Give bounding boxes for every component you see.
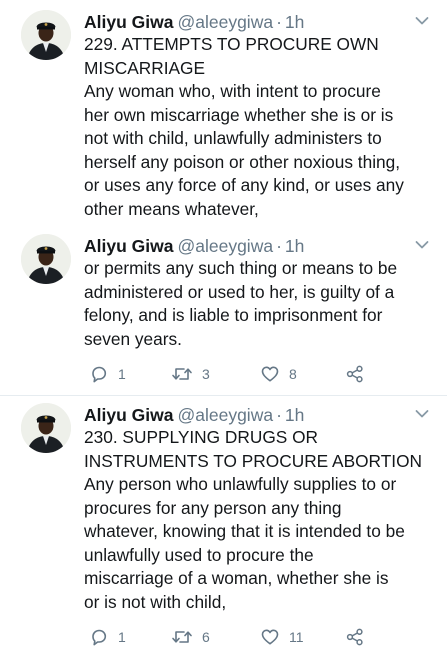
tweet-line: or permits any such thing or means to be <box>84 258 398 278</box>
avatar[interactable] <box>21 403 71 453</box>
tweet-actions: 1 3 8 <box>84 363 404 385</box>
tweet-line: other means whatever, <box>84 198 259 219</box>
avatar[interactable] <box>21 234 71 284</box>
tweet-time[interactable]: 1h <box>285 12 304 32</box>
retweet-count: 6 <box>202 629 210 645</box>
like-button[interactable]: 11 <box>260 626 304 648</box>
tweet-line: her own miscarriage whether she is or is <box>84 104 394 125</box>
tweet-divider <box>0 395 447 396</box>
author-handle[interactable]: @aleeygiwa <box>177 236 273 256</box>
like-count: 8 <box>289 366 297 382</box>
retweet-button[interactable]: 3 <box>171 363 210 385</box>
reply-icon <box>92 366 107 383</box>
header-separator: · <box>276 405 282 425</box>
avatar[interactable] <box>21 10 71 60</box>
author-handle[interactable]: @aleeygiwa <box>177 405 273 425</box>
heart-icon <box>261 366 279 382</box>
author-handle[interactable]: @aleeygiwa <box>177 12 273 32</box>
tweet-text: 229. ATTEMPTS TO PROCURE OWN MISCARRIAGE… <box>84 33 434 221</box>
tweet-line: Any person who unlawfully supplies to or <box>84 474 397 494</box>
tweet-line: 229. ATTEMPTS TO PROCURE OWN <box>84 34 379 54</box>
chevron-down-icon[interactable] <box>415 16 429 26</box>
reply-count: 1 <box>118 629 126 645</box>
reply-icon <box>92 629 107 646</box>
tweet-line: administered or used to her, is guilty o… <box>84 281 395 302</box>
retweet-icon <box>172 631 192 643</box>
retweet-button[interactable]: 6 <box>171 626 210 648</box>
like-button[interactable]: 8 <box>260 363 297 385</box>
tweet-line: not with child, unlawfully administers t… <box>84 128 382 148</box>
reply-button[interactable]: 1 <box>89 363 126 385</box>
retweet-icon <box>172 368 192 380</box>
reply-button[interactable]: 1 <box>89 626 126 648</box>
chevron-down-icon[interactable] <box>415 240 429 250</box>
chevron-down-icon[interactable] <box>415 409 429 419</box>
heart-icon <box>261 629 279 645</box>
header-separator: · <box>276 12 282 32</box>
tweet-text: 230. SUPPLYING DRUGS OR INSTRUMENTS TO P… <box>84 426 434 614</box>
header-separator: · <box>276 236 282 256</box>
tweet-actions: 1 6 11 <box>84 626 404 648</box>
tweet-line: or uses any force of any kind, or uses a… <box>84 175 404 195</box>
tweet-line: INSTRUMENTS TO PROCURE ABORTION <box>84 450 422 471</box>
tweet-line: procures for any person any thing <box>84 497 342 518</box>
tweet-line: felony, and is liable to imprisonment fo… <box>84 305 383 325</box>
tweet-line: or is not with child, <box>84 591 227 612</box>
tweet-time[interactable]: 1h <box>285 236 304 256</box>
tweet-line: miscarriage of a woman, whether she is <box>84 568 389 588</box>
tweet-line: Any woman who, with intent to procure <box>84 81 381 101</box>
tweet-time[interactable]: 1h <box>285 405 304 425</box>
author-name[interactable]: Aliyu Giwa <box>84 12 173 32</box>
share-icon <box>346 365 363 383</box>
reply-count: 1 <box>118 366 126 382</box>
tweet-text: or permits any such thing or means to be… <box>84 257 434 351</box>
tweet-line: seven years. <box>84 328 182 349</box>
tweet-line: MISCARRIAGE <box>84 57 205 78</box>
tweet-line: unlawfully used to procure the <box>84 544 314 565</box>
share-button[interactable] <box>345 363 365 385</box>
share-icon <box>346 628 363 646</box>
share-button[interactable] <box>345 626 365 648</box>
author-name[interactable]: Aliyu Giwa <box>84 405 173 425</box>
tweet-line: whatever, knowing that it is intended to… <box>84 521 405 541</box>
like-count: 11 <box>289 629 304 645</box>
retweet-count: 3 <box>202 366 210 382</box>
tweet-line: herself any poison or other noxious thin… <box>84 151 401 172</box>
tweet-line: 230. SUPPLYING DRUGS OR <box>84 427 319 447</box>
author-name[interactable]: Aliyu Giwa <box>84 236 173 256</box>
